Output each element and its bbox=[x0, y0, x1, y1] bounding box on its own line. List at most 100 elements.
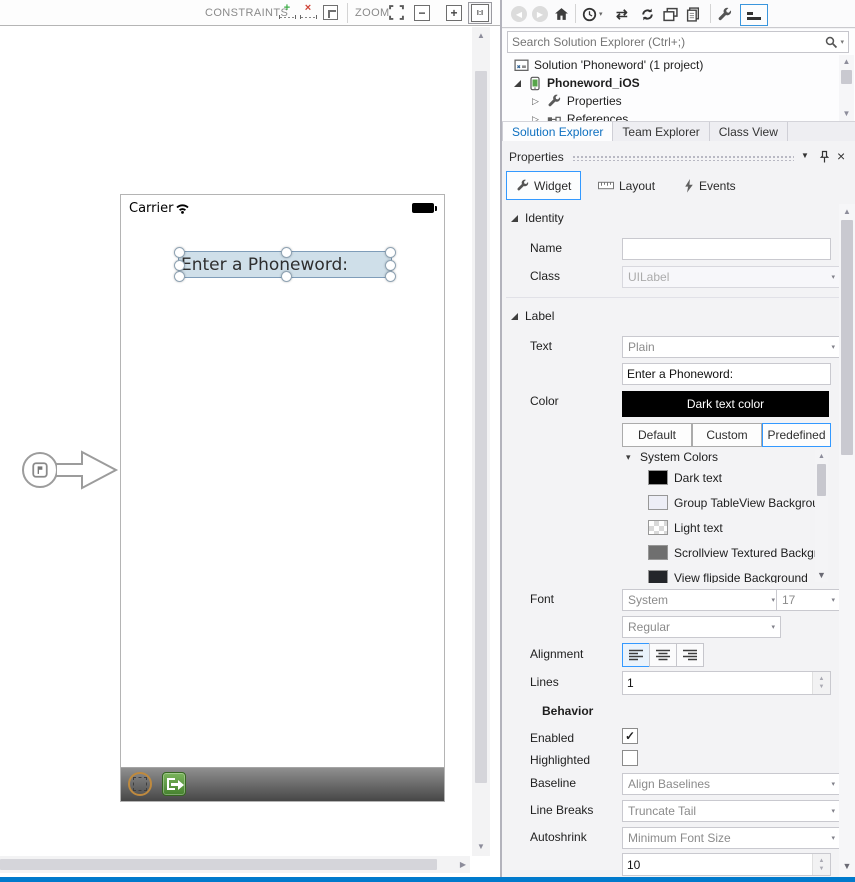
resize-handle-bottom-left[interactable] bbox=[174, 271, 185, 282]
resize-handle-bottom-right[interactable] bbox=[385, 271, 396, 282]
scroll-thumb[interactable] bbox=[841, 220, 853, 455]
align-left-button[interactable] bbox=[622, 643, 650, 667]
vertical-scroll-thumb[interactable] bbox=[475, 71, 487, 783]
expanded-arrow-icon[interactable] bbox=[514, 80, 521, 87]
properties-scrollbar[interactable]: ▲ ▼ bbox=[839, 204, 855, 877]
selected-uilabel[interactable]: Enter a Phoneword: bbox=[178, 251, 392, 278]
zoom-in-button[interactable]: + bbox=[446, 5, 462, 21]
text-mode-dropdown[interactable]: Plain▾ bbox=[622, 336, 841, 358]
collapse-arrow-icon[interactable]: ▾ bbox=[626, 452, 631, 463]
highlighted-checkbox[interactable] bbox=[622, 750, 638, 766]
pending-changes-button[interactable]: ▾ bbox=[582, 4, 603, 24]
search-icon[interactable] bbox=[825, 36, 838, 49]
zoom-out-button[interactable]: − bbox=[414, 5, 430, 21]
explorer-scrollbar[interactable]: ▲ ▼ bbox=[839, 55, 854, 121]
selection-tool-button[interactable] bbox=[128, 772, 152, 796]
system-colors-list[interactable]: Dark text Group TableView Backgrou Light… bbox=[622, 466, 815, 583]
tab-team-explorer[interactable]: Team Explorer bbox=[613, 122, 709, 141]
horizontal-scroll-thumb[interactable] bbox=[0, 859, 437, 870]
system-colors-scrollbar[interactable]: ▲ ▼ bbox=[815, 450, 828, 582]
color-mode-predefined-button[interactable]: Predefined bbox=[762, 423, 831, 447]
tab-layout[interactable]: Layout bbox=[588, 171, 665, 200]
canvas-vertical-scrollbar[interactable]: ▲ ▼ bbox=[472, 27, 490, 856]
sync-view-button[interactable]: ⇄ bbox=[616, 4, 628, 24]
line-breaks-dropdown[interactable]: Truncate Tail▾ bbox=[622, 800, 841, 822]
align-right-button[interactable] bbox=[676, 643, 704, 667]
tab-widget[interactable]: Widget bbox=[506, 171, 581, 200]
zoom-actual-size-button[interactable]: I:I bbox=[468, 2, 492, 24]
tree-item-properties[interactable]: ▷ Properties bbox=[532, 92, 622, 110]
color-item-light-text[interactable]: Light text bbox=[648, 520, 723, 535]
autoshrink-stepper[interactable]: ▲▼ bbox=[812, 854, 830, 875]
remove-constraint-button[interactable]: × bbox=[300, 3, 316, 19]
enabled-checkbox[interactable]: ✓ bbox=[622, 728, 638, 744]
properties-titlebar[interactable]: Properties ▼ × bbox=[502, 147, 855, 168]
scroll-up-arrow[interactable]: ▲ bbox=[815, 453, 828, 460]
resize-handle-mid-right[interactable] bbox=[385, 260, 396, 271]
tab-class-view[interactable]: Class View bbox=[710, 122, 788, 141]
tab-events[interactable]: Events bbox=[674, 171, 746, 200]
resize-handle-bottom-center[interactable] bbox=[281, 271, 292, 282]
font-style-dropdown[interactable]: Regular▾ bbox=[622, 616, 781, 638]
resize-handle-top-center[interactable] bbox=[281, 247, 292, 258]
scroll-up-arrow[interactable]: ▲ bbox=[839, 58, 854, 66]
name-field[interactable] bbox=[622, 238, 831, 260]
tree-item-project[interactable]: Phoneword_iOS bbox=[514, 74, 640, 92]
scroll-up-arrow[interactable]: ▲ bbox=[839, 208, 855, 216]
tab-solution-explorer[interactable]: Solution Explorer bbox=[502, 122, 613, 141]
back-button[interactable]: ◀ bbox=[511, 4, 527, 24]
toggle-preview-button[interactable] bbox=[740, 4, 768, 26]
scroll-thumb[interactable] bbox=[841, 70, 852, 84]
pin-icon[interactable] bbox=[819, 150, 830, 164]
design-canvas[interactable]: Carrier Enter a Phoneword: bbox=[0, 27, 470, 856]
autoshrink-dropdown[interactable]: Minimum Font Size▾ bbox=[622, 827, 841, 849]
section-expand-icon[interactable] bbox=[511, 313, 518, 320]
search-options-caret-icon[interactable]: ▾ bbox=[840, 38, 844, 46]
resize-handle-top-left[interactable] bbox=[174, 247, 185, 258]
scroll-up-arrow[interactable]: ▲ bbox=[472, 32, 490, 40]
canvas-horizontal-scrollbar[interactable]: ▶ bbox=[0, 856, 470, 873]
lines-stepper[interactable]: ▲▼ bbox=[812, 672, 830, 694]
scroll-thumb[interactable] bbox=[817, 464, 826, 496]
forward-button[interactable]: ▶ bbox=[532, 4, 548, 24]
lines-field[interactable]: ▲▼ bbox=[622, 671, 831, 695]
properties-button[interactable] bbox=[717, 4, 732, 24]
refresh-button[interactable] bbox=[640, 4, 655, 24]
align-center-button[interactable] bbox=[649, 643, 677, 667]
font-size-dropdown[interactable]: 17▾ bbox=[776, 589, 841, 611]
close-icon[interactable]: × bbox=[837, 148, 845, 164]
text-value-field[interactable] bbox=[622, 363, 831, 385]
search-input[interactable] bbox=[508, 35, 825, 49]
home-button[interactable] bbox=[554, 4, 569, 24]
collapse-all-button[interactable] bbox=[663, 4, 678, 24]
scroll-down-arrow[interactable]: ▼ bbox=[839, 862, 855, 871]
class-dropdown[interactable]: UILabel▾ bbox=[622, 266, 841, 288]
iphone-design-surface[interactable]: Carrier Enter a Phoneword: bbox=[120, 194, 445, 802]
scroll-down-arrow[interactable]: ▼ bbox=[815, 570, 828, 580]
color-item-dark-text[interactable]: Dark text bbox=[648, 470, 722, 485]
color-item-scrollview-textured[interactable]: Scrollview Textured Backgr bbox=[648, 545, 815, 560]
storyboard-entry-point[interactable] bbox=[22, 452, 58, 488]
scroll-down-arrow[interactable]: ▼ bbox=[839, 110, 854, 118]
section-expand-icon[interactable] bbox=[511, 215, 518, 222]
autoshrink-size-field[interactable]: ▲▼ bbox=[622, 853, 831, 876]
scroll-right-arrow[interactable]: ▶ bbox=[460, 861, 466, 869]
frame-constraints-button[interactable] bbox=[323, 5, 338, 20]
window-menu-caret-icon[interactable]: ▼ bbox=[801, 151, 809, 160]
zoom-fit-button[interactable] bbox=[389, 5, 404, 23]
color-mode-default-button[interactable]: Default bbox=[622, 423, 692, 447]
color-mode-custom-button[interactable]: Custom bbox=[692, 423, 762, 447]
collapsed-arrow-icon[interactable]: ▷ bbox=[532, 97, 539, 106]
resize-handle-mid-left[interactable] bbox=[174, 260, 185, 271]
color-item-view-flipside[interactable]: View flipside Background bbox=[648, 570, 808, 583]
font-family-dropdown[interactable]: System▾ bbox=[622, 589, 781, 611]
tree-item-solution[interactable]: Solution 'Phoneword' (1 project) bbox=[514, 56, 703, 74]
resize-handle-top-right[interactable] bbox=[385, 247, 396, 258]
preview-selected-button[interactable] bbox=[686, 4, 701, 24]
solution-search-box[interactable]: ▾ bbox=[507, 31, 849, 53]
color-swatch-button[interactable]: Dark text color bbox=[622, 391, 829, 417]
scroll-down-arrow[interactable]: ▼ bbox=[472, 843, 490, 851]
segue-tool-button[interactable] bbox=[162, 772, 186, 796]
color-item-group-tableview[interactable]: Group TableView Backgrou bbox=[648, 495, 815, 510]
baseline-dropdown[interactable]: Align Baselines▾ bbox=[622, 773, 841, 795]
